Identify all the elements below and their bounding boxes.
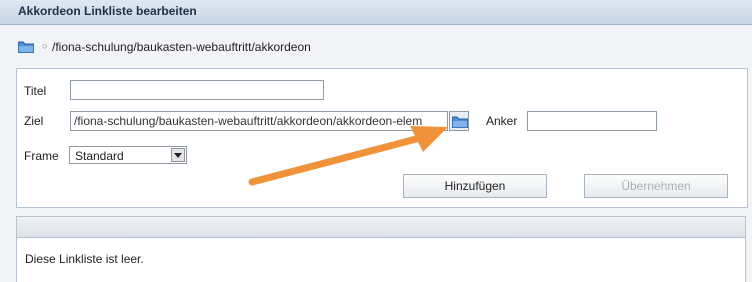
chevron-down-icon[interactable]	[171, 148, 185, 162]
titel-label: Titel	[24, 84, 47, 98]
anker-label: Anker	[486, 114, 518, 128]
frame-select-value: Standard	[75, 149, 124, 163]
add-button[interactable]: Hinzufügen	[403, 174, 547, 198]
ziel-label: Ziel	[24, 114, 44, 128]
frame-select[interactable]: Standard	[69, 146, 187, 164]
ziel-input[interactable]: /fiona-schulung/baukasten-webauftritt/ak…	[70, 111, 448, 131]
breadcrumb-bullet: ○	[42, 41, 48, 51]
window-titlebar: Akkordeon Linkliste bearbeiten	[0, 0, 752, 25]
breadcrumb-path[interactable]: /fiona-schulung/baukasten-webauftritt/ak…	[52, 40, 311, 54]
apply-button[interactable]: Übernehmen	[584, 174, 728, 198]
folder-open-icon	[452, 116, 468, 128]
anker-input[interactable]	[527, 111, 657, 131]
folder-icon	[18, 41, 34, 53]
list-header	[16, 216, 746, 238]
frame-label: Frame	[24, 149, 59, 163]
empty-list-message: Diese Linkliste ist leer.	[25, 252, 144, 266]
link-list: Diese Linkliste ist leer.	[16, 238, 746, 282]
titel-input[interactable]	[70, 80, 324, 100]
browse-target-button[interactable]	[449, 111, 469, 131]
window-title: Akkordeon Linkliste bearbeiten	[18, 4, 197, 18]
